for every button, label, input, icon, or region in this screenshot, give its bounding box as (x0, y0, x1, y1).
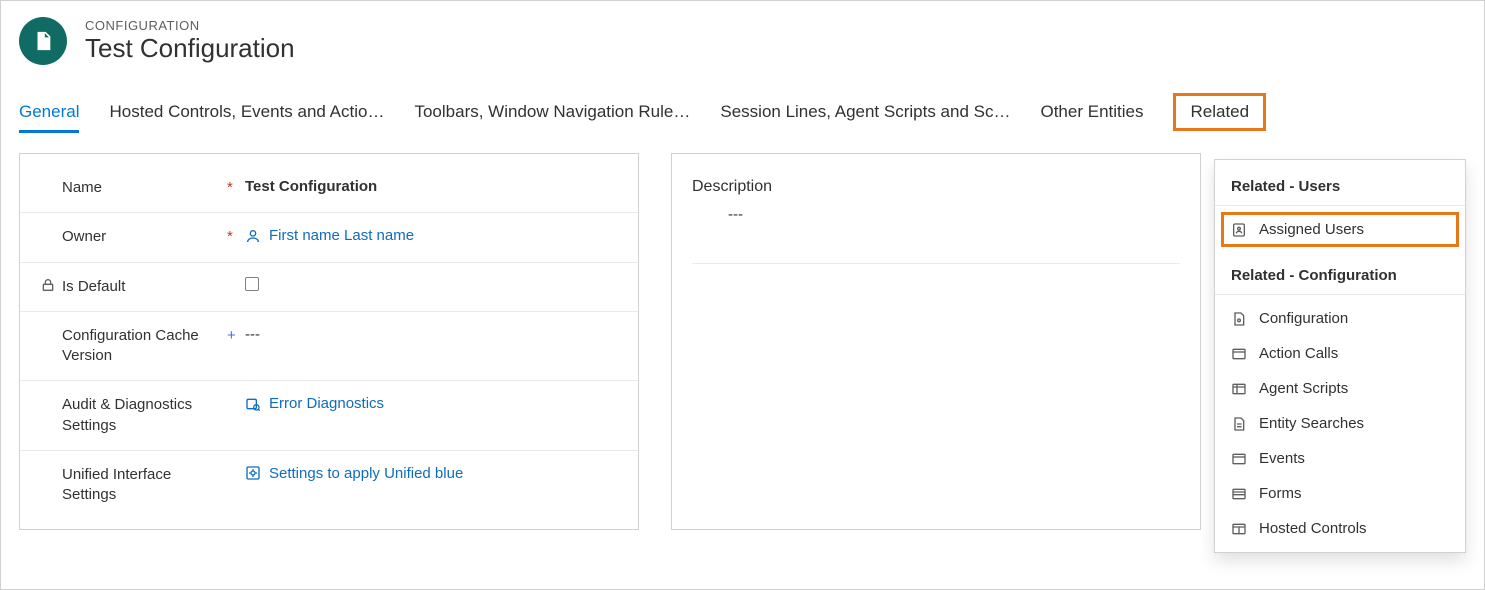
field-label: Owner (62, 227, 227, 247)
person-icon (245, 228, 261, 244)
diagnostics-icon (245, 396, 261, 412)
window-icon (1231, 346, 1247, 362)
tab-general[interactable]: General (19, 96, 79, 132)
related-menu: Related - Users Assigned Users Related -… (1214, 159, 1466, 553)
menu-item-agent-scripts[interactable]: Agent Scripts (1215, 371, 1465, 406)
settings-icon (245, 465, 261, 481)
entity-type-label: CONFIGURATION (85, 18, 295, 33)
field-label: Unified Interface Settings (62, 465, 227, 506)
menu-section-configuration: Related - Configuration (1215, 261, 1465, 295)
menu-item-events[interactable]: Events (1215, 441, 1465, 476)
field-label: Audit & Diagnostics Settings (62, 395, 227, 436)
description-input[interactable]: --- (672, 206, 1200, 247)
field-row-unified: Unified Interface Settings Settings to a… (20, 451, 638, 520)
field-label: Name (62, 178, 227, 198)
required-indicator: * (227, 227, 245, 244)
unified-lookup[interactable]: Settings to apply Unified blue (245, 465, 618, 482)
required-indicator: * (227, 178, 245, 195)
menu-item-action-calls[interactable]: Action Calls (1215, 336, 1465, 371)
field-row-cache-version: Configuration Cache Version + --- (20, 312, 638, 382)
owner-lookup[interactable]: First name Last name (245, 227, 618, 244)
field-row-is-default: Is Default (20, 263, 638, 312)
audit-lookup[interactable]: Error Diagnostics (245, 395, 618, 412)
tab-related[interactable]: Related (1173, 93, 1266, 131)
tab-session-lines[interactable]: Session Lines, Agent Scripts and Sc… (720, 96, 1010, 132)
checkbox-icon (245, 277, 259, 291)
document-icon (1231, 416, 1247, 432)
description-panel: Description --- (671, 153, 1201, 530)
page-title: Test Configuration (85, 33, 295, 64)
field-row-name: Name * Test Configuration (20, 164, 638, 213)
grid-icon (1231, 381, 1247, 397)
document-gear-icon (1231, 311, 1247, 327)
menu-item-forms[interactable]: Forms (1215, 476, 1465, 511)
name-input[interactable]: Test Configuration (245, 178, 618, 195)
tab-strip: General Hosted Controls, Events and Acti… (1, 75, 1484, 135)
window-icon (1231, 451, 1247, 467)
recommended-indicator: + (227, 326, 245, 343)
is-default-checkbox[interactable] (245, 277, 618, 291)
tab-other-entities[interactable]: Other Entities (1040, 96, 1143, 132)
layout-icon (1231, 521, 1247, 537)
form-icon (1231, 486, 1247, 502)
field-label: Configuration Cache Version (62, 326, 227, 367)
menu-item-assigned-users[interactable]: Assigned Users (1221, 212, 1459, 247)
lock-icon (40, 277, 62, 293)
tab-hosted-controls[interactable]: Hosted Controls, Events and Actio… (109, 96, 384, 132)
tab-toolbars[interactable]: Toolbars, Window Navigation Rule… (414, 96, 690, 132)
field-row-audit: Audit & Diagnostics Settings Error Diagn… (20, 381, 638, 451)
cache-version-input[interactable]: --- (245, 326, 618, 343)
description-label: Description (672, 164, 1200, 206)
menu-item-hosted-controls[interactable]: Hosted Controls (1215, 511, 1465, 546)
menu-section-users: Related - Users (1215, 172, 1465, 206)
divider (692, 263, 1180, 264)
field-row-owner: Owner * First name Last name (20, 213, 638, 262)
general-form-panel: Name * Test Configuration Owner * First … (19, 153, 639, 530)
entity-icon (19, 17, 67, 65)
field-label: Is Default (62, 277, 227, 297)
menu-item-entity-searches[interactable]: Entity Searches (1215, 406, 1465, 441)
menu-item-configuration[interactable]: Configuration (1215, 301, 1465, 336)
users-icon (1231, 222, 1247, 238)
